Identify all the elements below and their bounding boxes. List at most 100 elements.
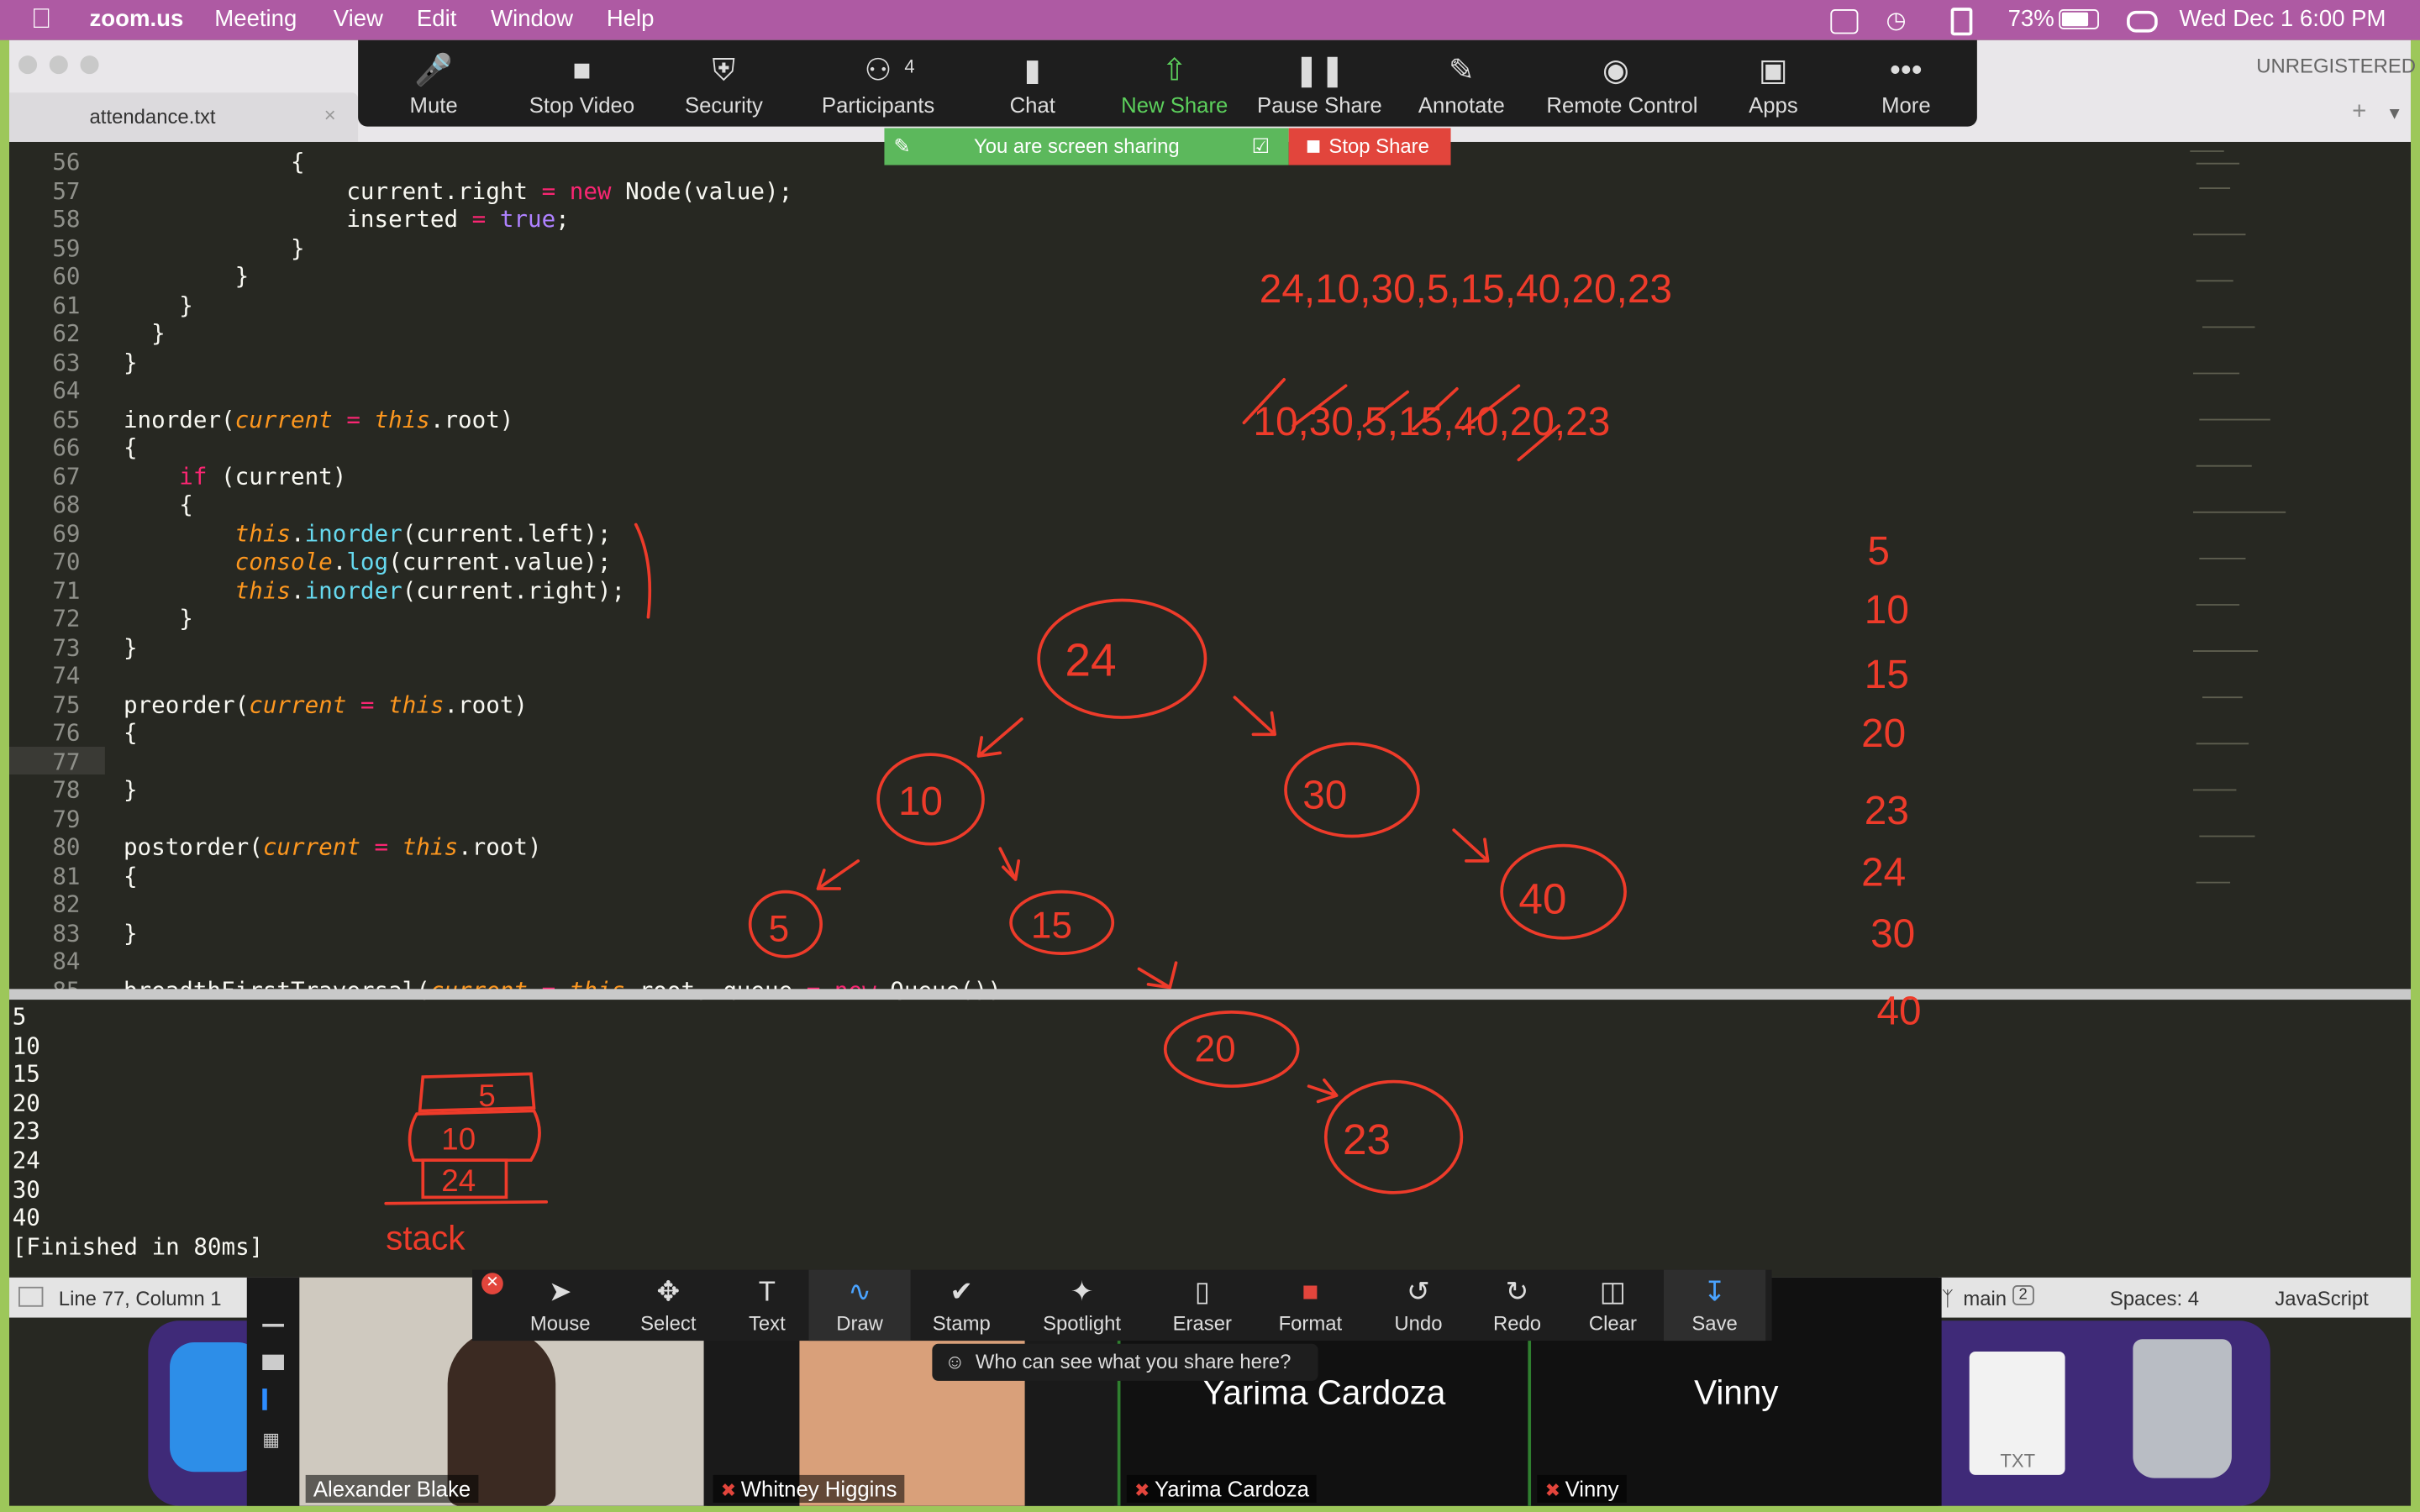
trash-icon: ◫ <box>1599 1275 1627 1307</box>
participant-name-3: ✖ Yarima Cardoza <box>1126 1474 1318 1503</box>
annotate-label: Redo <box>1492 1311 1542 1335</box>
toolbar-participants-button[interactable]: ⚇ Participants 4 <box>808 40 947 127</box>
chat-bubble-icon: ▮ <box>1023 54 1041 88</box>
toolbar-label: Participants <box>821 92 935 118</box>
edge-24-30 <box>1233 696 1276 737</box>
text-t-icon: T <box>758 1275 776 1307</box>
annotate-draw-button[interactable]: ∿ Draw <box>808 1269 911 1341</box>
txt-file-icon[interactable]: TXT <box>1969 1351 2065 1475</box>
toolbar-pause-share-button[interactable]: ❚❚ Pause Share <box>1250 40 1389 127</box>
close-annotation-icon[interactable]: ✕ <box>481 1273 503 1295</box>
annotate-label: Mouse <box>529 1311 591 1335</box>
squiggle-icon: ∿ <box>848 1275 871 1307</box>
participant-name-2: ✖ Whitney Higgins <box>713 1474 905 1503</box>
who-can-see-text: Who can see what you share here? <box>975 1350 1292 1373</box>
minimize-gallery-icon[interactable] <box>262 1323 284 1327</box>
annotate-mouse-button[interactable]: ➤ Mouse <box>509 1270 611 1341</box>
participant-name-3-text: Yarima Cardoza <box>1154 1476 1309 1502</box>
muted-mic-icon: ✖ <box>1134 1479 1150 1502</box>
annotate-format-button[interactable]: ■ Format <box>1260 1270 1361 1341</box>
participant-count: 4 <box>904 55 915 77</box>
annotate-label: Draw <box>836 1311 883 1335</box>
annotate-label: Format <box>1278 1311 1343 1335</box>
node-10: 10 <box>898 780 943 824</box>
annotate-label: Clear <box>1588 1311 1637 1335</box>
annotate-text-button[interactable]: T Text <box>716 1270 818 1341</box>
grid-view-icon[interactable]: ▦ <box>262 1429 284 1451</box>
toolbar-annotate-button[interactable]: ✎ Annotate <box>1392 40 1531 127</box>
toolbar-label: Pause Share <box>1257 92 1382 118</box>
share-status-text: You are screen sharing <box>973 134 1180 158</box>
annotate-select-button[interactable]: ✥ Select <box>618 1270 719 1341</box>
toolbar-mute-button[interactable]: 🎤 Mute <box>364 40 502 127</box>
edge-10-15 <box>998 847 1021 881</box>
annotate-label: Save <box>1691 1311 1738 1335</box>
annotate-label: Spotlight <box>1043 1311 1122 1335</box>
pencil-icon: ✎ <box>1448 54 1475 88</box>
toolbar-remote-control-button[interactable]: ◉ Remote Control <box>1546 40 1698 127</box>
annotate-label: Text <box>748 1311 786 1335</box>
undo-icon: ↺ <box>1407 1275 1430 1307</box>
annotate-clear-button[interactable]: ◫ Clear <box>1562 1270 1664 1341</box>
microphone-icon: 🎤 <box>414 54 453 88</box>
annotate-save-button[interactable]: ↧ Save <box>1664 1269 1766 1341</box>
strip-view-icon[interactable] <box>262 1389 288 1410</box>
muted-mic-icon: ✖ <box>1544 1479 1561 1502</box>
person-icon: ☺ <box>944 1350 965 1373</box>
toolbar-label: Remote Control <box>1546 92 1698 118</box>
stack-label: stack <box>386 1219 466 1257</box>
toolbar-label: New Share <box>1121 92 1228 118</box>
toolbar-apps-button[interactable]: ▣ Apps <box>1704 40 1843 127</box>
participant-name-2-text: Whitney Higgins <box>740 1476 897 1502</box>
node-24: 24 <box>1065 633 1116 685</box>
sorted-40: 40 <box>1876 990 1921 1034</box>
gallery-view-controls: ▦ <box>246 1277 300 1506</box>
participant-name-4-text: Vinny <box>1565 1476 1619 1502</box>
who-can-see-banner[interactable]: ☺ Who can see what you share here? <box>932 1343 1318 1381</box>
tree-node-circle-24 <box>1037 598 1207 719</box>
trash-can-icon[interactable] <box>2133 1339 2232 1478</box>
sorted-15: 15 <box>1865 653 1909 697</box>
annotate-stamp-button[interactable]: ✔ Stamp <box>911 1270 1013 1341</box>
annotation-toolbar: ✕ ➤ Mouse ✥ Select T Text ∿ Draw ✔ Stamp ✦ Spotligh… <box>472 1269 1772 1341</box>
toolbar-security-button[interactable]: ⛨ Security <box>655 40 793 127</box>
sequence-top: 24,10,30,5,15,40,20,23 <box>1260 267 1672 312</box>
annotate-label: Stamp <box>932 1311 991 1335</box>
more-dots-icon: ••• <box>1890 54 1923 88</box>
move-arrows-icon: ✥ <box>656 1275 681 1307</box>
stack-box-5 <box>418 1072 536 1113</box>
sorted-20: 20 <box>1861 711 1906 756</box>
toolbar-label: Mute <box>409 92 458 118</box>
edge-24-10 <box>976 717 1023 758</box>
sequence-crossed: 10,30,5,15,40,20,23 <box>1253 400 1610 444</box>
muted-mic-icon: ✖ <box>720 1479 737 1502</box>
security-shield-icon: ☑ <box>1251 134 1270 158</box>
screen-sharing-banner: ✎ You are screen sharing ☑ <box>884 128 1289 165</box>
toolbar-stop-video-button[interactable]: ■ Stop Video <box>513 40 651 127</box>
toolbar-label: More <box>1881 92 1931 118</box>
mouse-icon: ◉ <box>1602 54 1630 88</box>
stop-square-icon <box>1307 140 1320 153</box>
stack-item-10: 10 <box>441 1121 476 1156</box>
spotlight-wand-icon: ✦ <box>1070 1275 1094 1307</box>
annotate-label: Eraser <box>1172 1311 1232 1335</box>
stop-share-button[interactable]: Stop Share <box>1288 128 1451 165</box>
node-30: 30 <box>1302 773 1347 817</box>
annotate-eraser-button[interactable]: ▯ Eraser <box>1151 1270 1253 1341</box>
speaker-view-icon[interactable] <box>262 1354 284 1371</box>
toolbar-new-share-button[interactable]: ⇧ New Share <box>1105 40 1244 127</box>
toolbar-label: Chat <box>1009 92 1055 118</box>
toolbar-more-button[interactable]: ••• More <box>1837 40 1975 127</box>
annotate-redo-button[interactable]: ↻ Redo <box>1466 1270 1568 1341</box>
participant-name-1: Alexander Blake <box>305 1474 479 1503</box>
stop-share-label: Stop Share <box>1328 134 1429 158</box>
annotate-spotlight-button[interactable]: ✦ Spotlight <box>1031 1270 1133 1341</box>
save-download-icon: ↧ <box>1702 1275 1727 1307</box>
toolbar-chat-button[interactable]: ▮ Chat <box>963 40 1102 127</box>
share-pin-icon[interactable]: ✎ <box>893 134 910 159</box>
edge-30-40 <box>1452 828 1490 863</box>
zoom-meeting-toolbar: 🎤 Mute ■ Stop Video ⛨ Security ⚇ Participants 4 ▮… <box>358 39 1977 127</box>
sorted-24: 24 <box>1861 850 1906 895</box>
stack-base-line <box>384 1200 549 1205</box>
annotate-undo-button[interactable]: ↺ Undo <box>1367 1270 1469 1341</box>
